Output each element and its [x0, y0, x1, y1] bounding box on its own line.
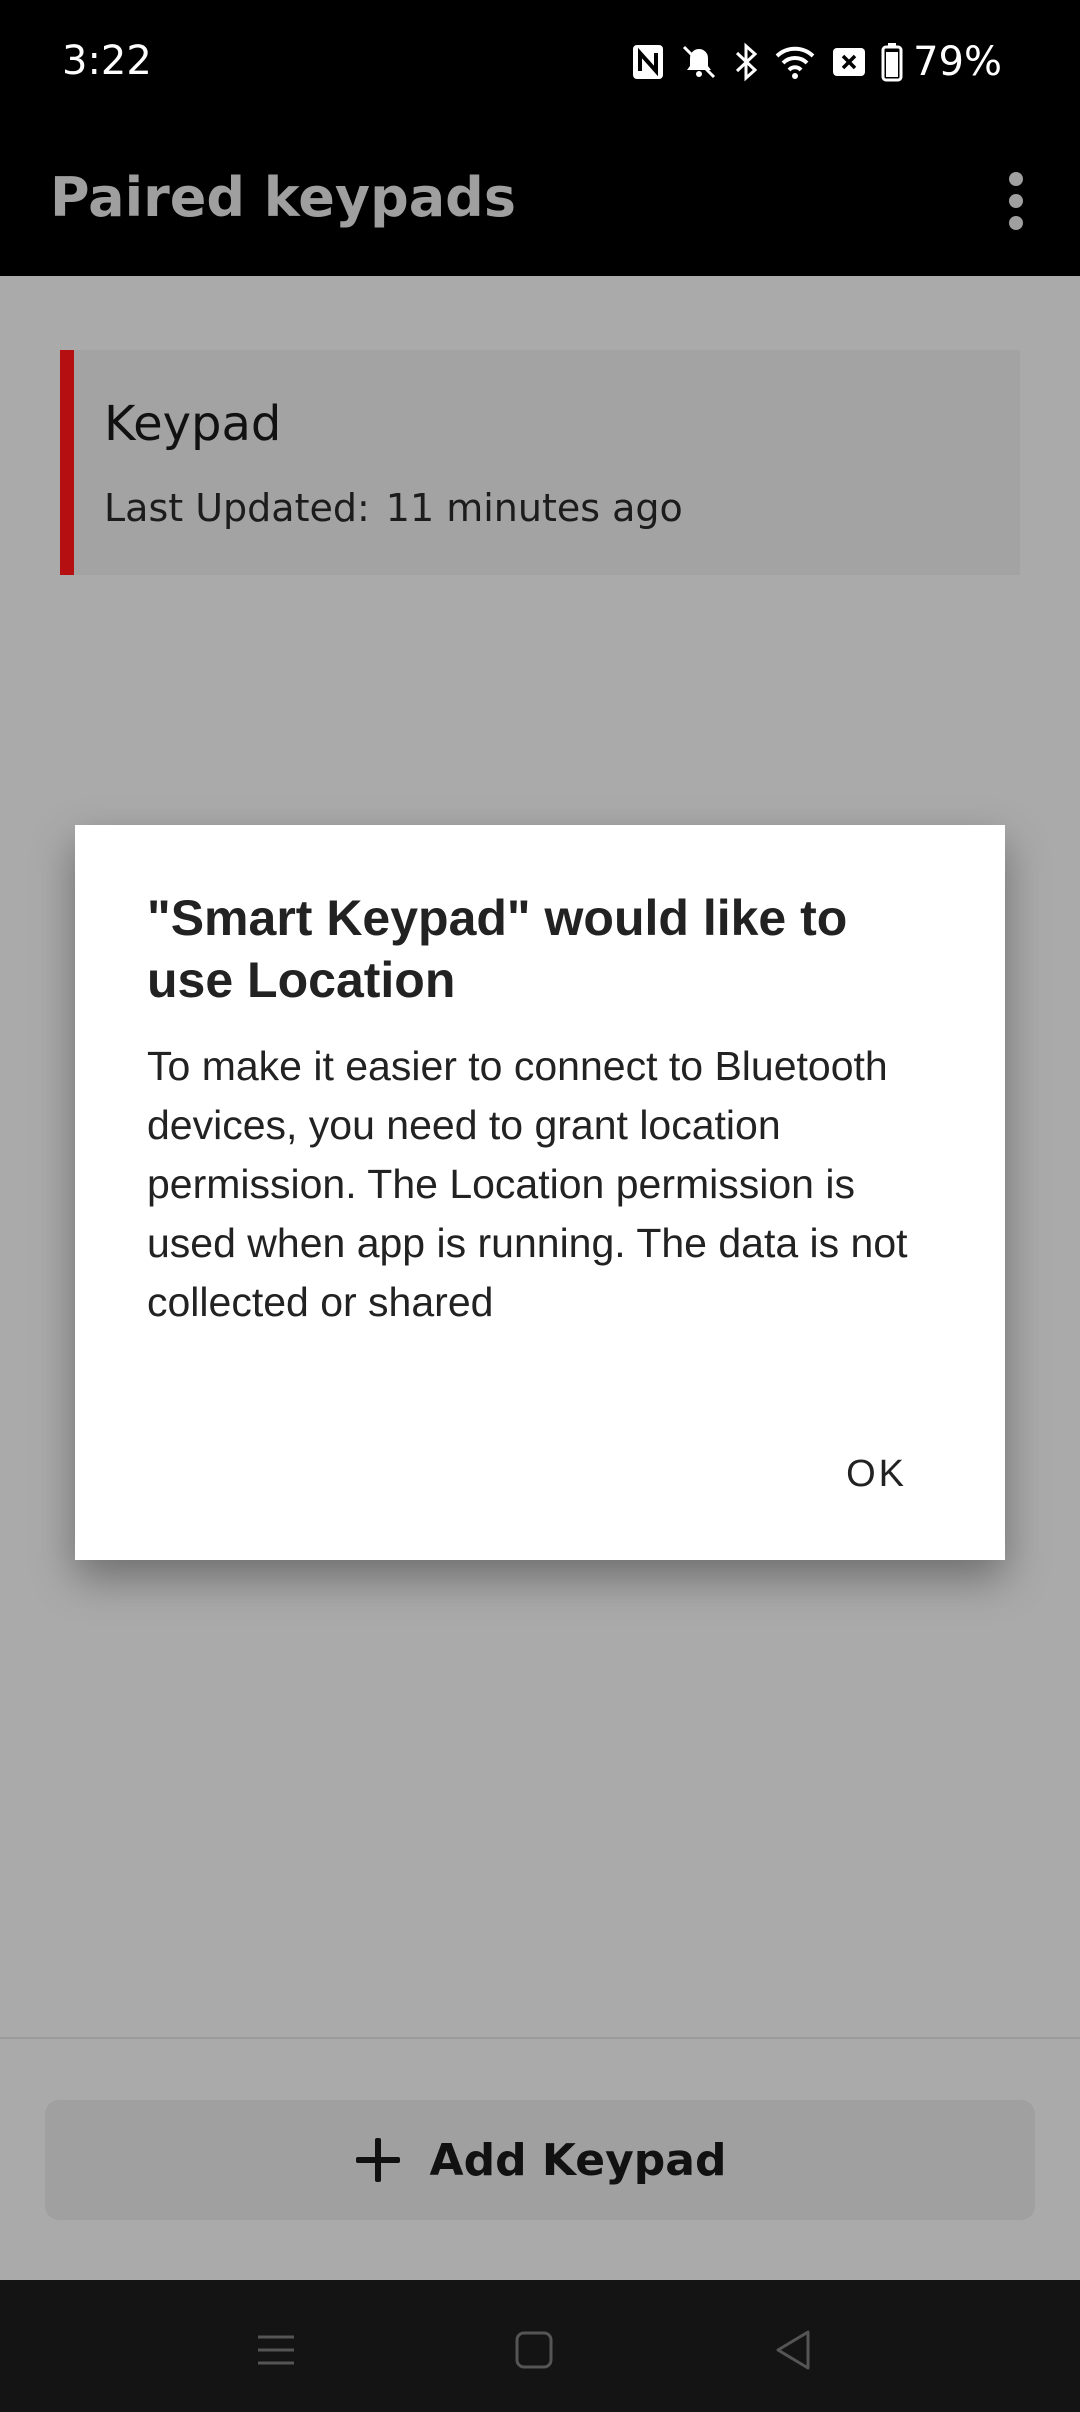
status-bar: 3:22 79% [0, 0, 1080, 126]
card-accent-bar [60, 350, 74, 575]
bottom-divider [0, 2037, 1080, 2039]
last-updated-value: 11 minutes ago [385, 486, 683, 530]
page-title: Paired keypads [50, 166, 516, 229]
back-icon[interactable] [764, 2320, 824, 2380]
add-keypad-button[interactable]: Add Keypad [45, 2100, 1035, 2220]
more-vert-icon [1009, 172, 1023, 186]
home-icon[interactable] [504, 2320, 564, 2380]
last-updated: Last Updated: 11 minutes ago [104, 486, 683, 530]
keypad-name: Keypad [104, 396, 282, 452]
mute-icon [679, 42, 719, 82]
status-icons: 79% [631, 38, 1002, 86]
add-keypad-label: Add Keypad [429, 2134, 727, 2186]
plus-icon [354, 2136, 402, 2184]
recent-apps-icon[interactable] [246, 2320, 306, 2380]
more-options-button[interactable] [986, 164, 1046, 238]
location-permission-dialog: "Smart Keypad" would like to use Locatio… [75, 825, 1005, 1560]
battery-percentage: 79% [913, 39, 1002, 85]
more-vert-icon-dot [1009, 216, 1023, 230]
wifi-icon [773, 43, 817, 81]
system-nav-bar [0, 2280, 1080, 2412]
battery-icon [881, 42, 903, 82]
bluetooth-icon [733, 42, 759, 82]
keypad-card[interactable]: Keypad Last Updated: 11 minutes ago [60, 350, 1020, 575]
more-vert-icon-dot [1009, 194, 1023, 208]
last-updated-label: Last Updated: [104, 486, 370, 530]
dialog-title: "Smart Keypad" would like to use Locatio… [147, 890, 848, 1008]
no-sim-icon [831, 45, 867, 79]
ok-button[interactable]: OK [846, 1453, 907, 1496]
app-bar: Paired keypads [0, 126, 1080, 276]
dialog-message: To make it easier to connect to Bluetoot… [147, 1043, 908, 1325]
nfc-icon [631, 43, 665, 81]
status-time: 3:22 [62, 38, 152, 84]
